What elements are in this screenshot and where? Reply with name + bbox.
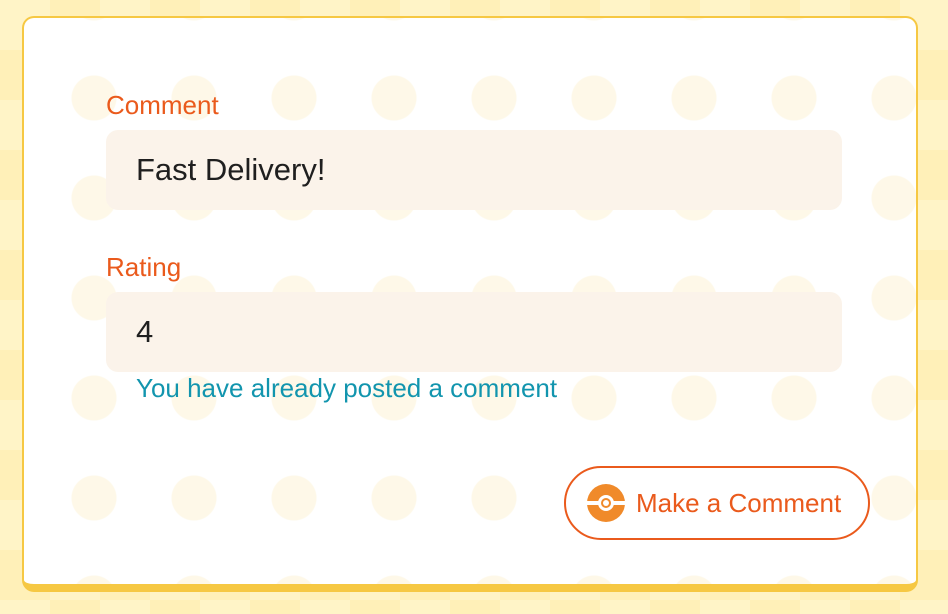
comment-input[interactable] <box>106 130 842 210</box>
comment-form-card: Comment Rating You have already posted a… <box>22 16 918 592</box>
status-message: You have already posted a comment <box>136 373 558 403</box>
make-comment-button[interactable]: Make a Comment <box>564 466 870 540</box>
rating-input[interactable] <box>106 292 842 372</box>
make-comment-label: Make a Comment <box>636 488 842 518</box>
comment-label: Comment <box>106 90 219 120</box>
rating-label: Rating <box>106 252 182 282</box>
pokeball-icon <box>586 483 626 523</box>
